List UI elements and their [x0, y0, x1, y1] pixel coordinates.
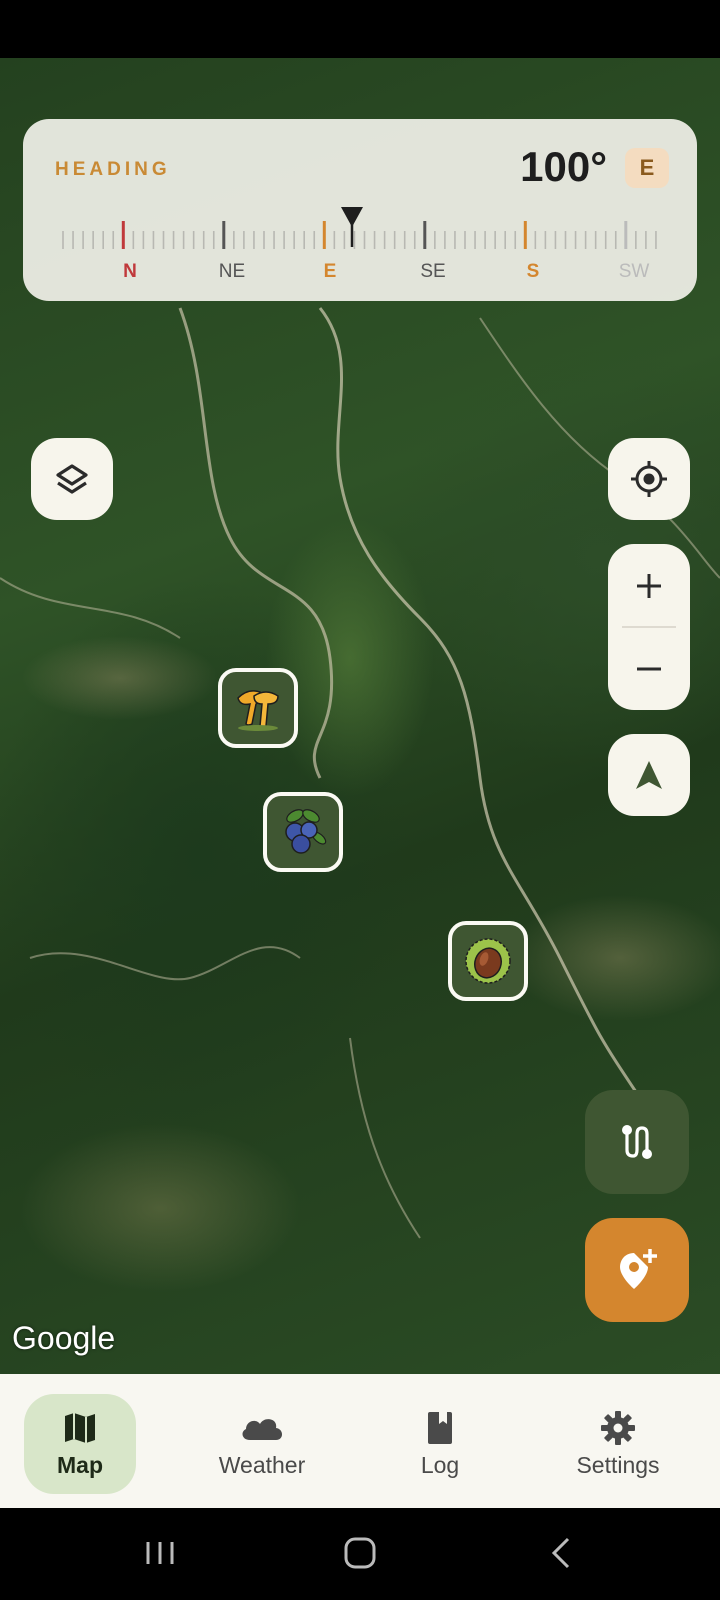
- minus-icon: [637, 667, 661, 670]
- plus-icon: [637, 573, 661, 598]
- map-icon: [65, 1412, 95, 1443]
- crosshair-icon: [631, 461, 667, 497]
- system-navigation-bar: [0, 1508, 720, 1600]
- cloud-icon: [242, 1418, 282, 1440]
- back-icon[interactable]: [542, 1536, 582, 1570]
- heading-compass-card: HEADING 100° E N NE E SE S SW: [23, 119, 697, 301]
- recent-apps-icon[interactable]: [140, 1536, 180, 1570]
- navigation-arrow-icon: [636, 761, 662, 789]
- zoom-in-button[interactable]: [608, 544, 690, 627]
- marker-blueberries[interactable]: [263, 792, 343, 872]
- book-icon: [428, 1411, 452, 1444]
- nav-item-settings[interactable]: Settings: [562, 1394, 674, 1494]
- heading-direction-badge: E: [625, 148, 669, 188]
- marker-chestnut[interactable]: [448, 921, 528, 1001]
- chestnut-icon: [465, 938, 511, 984]
- my-location-button[interactable]: [608, 438, 690, 520]
- nav-item-map[interactable]: Map: [24, 1394, 136, 1494]
- google-attribution: Google: [12, 1320, 116, 1356]
- mushroom-icon: [237, 690, 279, 731]
- compass-scale: N NE E SE S SW: [62, 207, 657, 282]
- status-bar: [0, 0, 720, 58]
- nav-item-log[interactable]: Log: [384, 1394, 496, 1494]
- add-pin-icon: [620, 1249, 657, 1289]
- zoom-controls: [608, 544, 690, 710]
- layers-button[interactable]: [31, 438, 113, 520]
- nav-label-weather: Weather: [218, 1451, 306, 1478]
- blueberry-icon: [285, 809, 327, 854]
- heading-value: 100°: [520, 143, 607, 190]
- add-location-button[interactable]: [585, 1218, 689, 1322]
- nav-item-weather[interactable]: Weather: [206, 1394, 318, 1494]
- compass-label-n: N: [123, 261, 137, 282]
- home-icon[interactable]: [340, 1536, 380, 1570]
- heading-label: HEADING: [55, 159, 171, 180]
- compass-label-e: E: [324, 261, 337, 282]
- navigation-mode-button[interactable]: [608, 734, 690, 816]
- nav-label-map: Map: [57, 1451, 103, 1478]
- marker-chanterelle[interactable]: [218, 668, 298, 748]
- compass-label-s: S: [527, 261, 540, 282]
- nav-label-settings: Settings: [576, 1451, 660, 1478]
- gear-icon: [601, 1410, 635, 1445]
- compass-label-se: SE: [420, 261, 445, 282]
- compass-label-ne: NE: [219, 261, 245, 282]
- nav-label-log: Log: [420, 1451, 460, 1478]
- route-button[interactable]: [585, 1090, 689, 1194]
- bottom-navigation: Map Weather Log Settings: [0, 1374, 720, 1508]
- route-icon: [622, 1125, 652, 1159]
- layers-icon: [56, 464, 88, 494]
- compass-label-sw: SW: [619, 261, 650, 282]
- zoom-out-button[interactable]: [608, 627, 690, 710]
